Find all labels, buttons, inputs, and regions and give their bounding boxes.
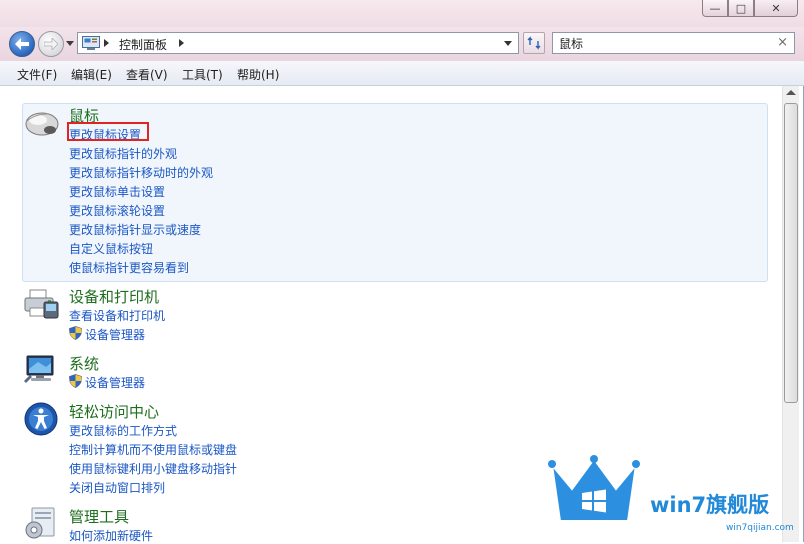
search-results-pane: 鼠标 更改鼠标设置 更改鼠标指针的外观 更改鼠标指针移动时的外观 更改鼠标单击设… bbox=[0, 86, 804, 544]
recent-pages-dropdown[interactable] bbox=[66, 41, 74, 46]
menu-tools[interactable]: 工具(T) bbox=[182, 66, 223, 83]
menu-edit[interactable]: 编辑(E) bbox=[71, 66, 112, 83]
maximize-button[interactable]: □ bbox=[728, 0, 754, 17]
forward-button[interactable] bbox=[38, 31, 64, 57]
refresh-icon bbox=[527, 36, 541, 50]
window-controls: — □ ✕ bbox=[702, 0, 798, 17]
task-add-hardware[interactable]: 如何添加新硬件 bbox=[69, 527, 153, 544]
task-pointer-speed[interactable]: 更改鼠标指针显示或速度 bbox=[69, 221, 201, 238]
admin-tools-icon bbox=[25, 507, 55, 539]
menu-help[interactable]: 帮助(H) bbox=[237, 66, 279, 83]
scroll-up-icon[interactable] bbox=[786, 90, 796, 95]
address-bar[interactable]: 控制面板 bbox=[77, 32, 519, 54]
menu-view[interactable]: 查看(V) bbox=[126, 66, 168, 83]
task-pointer-visibility[interactable]: 使鼠标指针更容易看到 bbox=[69, 259, 189, 276]
menu-file[interactable]: 文件(F) bbox=[17, 66, 57, 83]
vertical-scrollbar[interactable] bbox=[782, 86, 799, 542]
breadcrumb-separator-icon[interactable] bbox=[104, 39, 109, 47]
mouse-icon bbox=[25, 112, 59, 136]
close-icon: ✕ bbox=[771, 1, 781, 15]
task-pointer-appearance[interactable]: 更改鼠标指针的外观 bbox=[69, 145, 177, 162]
navigation-bar: 控制面板 × bbox=[0, 27, 804, 61]
watermark-crown-logo bbox=[548, 455, 640, 522]
breadcrumb-separator-icon[interactable] bbox=[179, 39, 184, 47]
group-title-admin-tools[interactable]: 管理工具 bbox=[69, 506, 129, 527]
menu-bar: 文件(F) 编辑(E) 查看(V) 工具(T) 帮助(H) bbox=[0, 61, 804, 86]
clear-search-icon[interactable]: × bbox=[777, 35, 788, 50]
task-device-manager-system[interactable]: 设备管理器 bbox=[85, 374, 145, 391]
task-customize-buttons[interactable]: 自定义鼠标按钮 bbox=[69, 240, 153, 257]
task-wheel-settings[interactable]: 更改鼠标滚轮设置 bbox=[69, 202, 165, 219]
forward-arrow-icon bbox=[44, 38, 58, 50]
task-auto-arrange-off[interactable]: 关闭自动窗口排列 bbox=[69, 479, 165, 496]
scrollbar-thumb[interactable] bbox=[784, 103, 798, 403]
search-input[interactable] bbox=[553, 33, 780, 53]
maximize-icon: □ bbox=[735, 1, 747, 15]
minimize-button[interactable]: — bbox=[702, 0, 728, 17]
group-title-ease-of-access[interactable]: 轻松访问中心 bbox=[69, 401, 159, 422]
task-click-settings[interactable]: 更改鼠标单击设置 bbox=[69, 183, 165, 200]
printer-icon bbox=[24, 289, 59, 319]
uac-shield-icon bbox=[69, 374, 82, 388]
task-mouse-keys[interactable]: 使用鼠标键利用小键盘移动指针 bbox=[69, 460, 237, 477]
task-device-manager[interactable]: 设备管理器 bbox=[85, 326, 145, 343]
group-title-devices-printers[interactable]: 设备和打印机 bbox=[69, 286, 159, 307]
watermark-url-text: win7qijian.com bbox=[726, 523, 794, 533]
title-bar: — □ ✕ bbox=[0, 0, 804, 27]
search-box[interactable]: × bbox=[552, 32, 795, 54]
task-mouse-works[interactable]: 更改鼠标的工作方式 bbox=[69, 422, 177, 439]
chevron-down-icon bbox=[504, 40, 512, 46]
watermark-brand-text: win7旗舰版 bbox=[650, 493, 770, 517]
task-no-mouse-keyboard[interactable]: 控制计算机而不使用鼠标或键盘 bbox=[69, 441, 237, 458]
ease-of-access-icon bbox=[24, 402, 58, 436]
refresh-button[interactable] bbox=[523, 32, 545, 54]
breadcrumb-control-panel[interactable]: 控制面板 bbox=[119, 36, 167, 53]
system-computer-icon bbox=[24, 355, 54, 383]
group-title-system[interactable]: 系统 bbox=[69, 353, 99, 374]
back-arrow-icon bbox=[15, 38, 29, 50]
uac-shield-icon bbox=[69, 326, 82, 340]
task-pointer-moving-appearance[interactable]: 更改鼠标指针移动时的外观 bbox=[69, 164, 213, 181]
back-button[interactable] bbox=[9, 31, 35, 57]
close-button[interactable]: ✕ bbox=[754, 0, 798, 17]
task-view-devices-printers[interactable]: 查看设备和打印机 bbox=[69, 307, 165, 324]
control-panel-icon bbox=[82, 36, 100, 50]
minimize-icon: — bbox=[709, 1, 721, 15]
address-history-dropdown[interactable] bbox=[498, 33, 518, 53]
focus-highlight bbox=[67, 122, 149, 141]
